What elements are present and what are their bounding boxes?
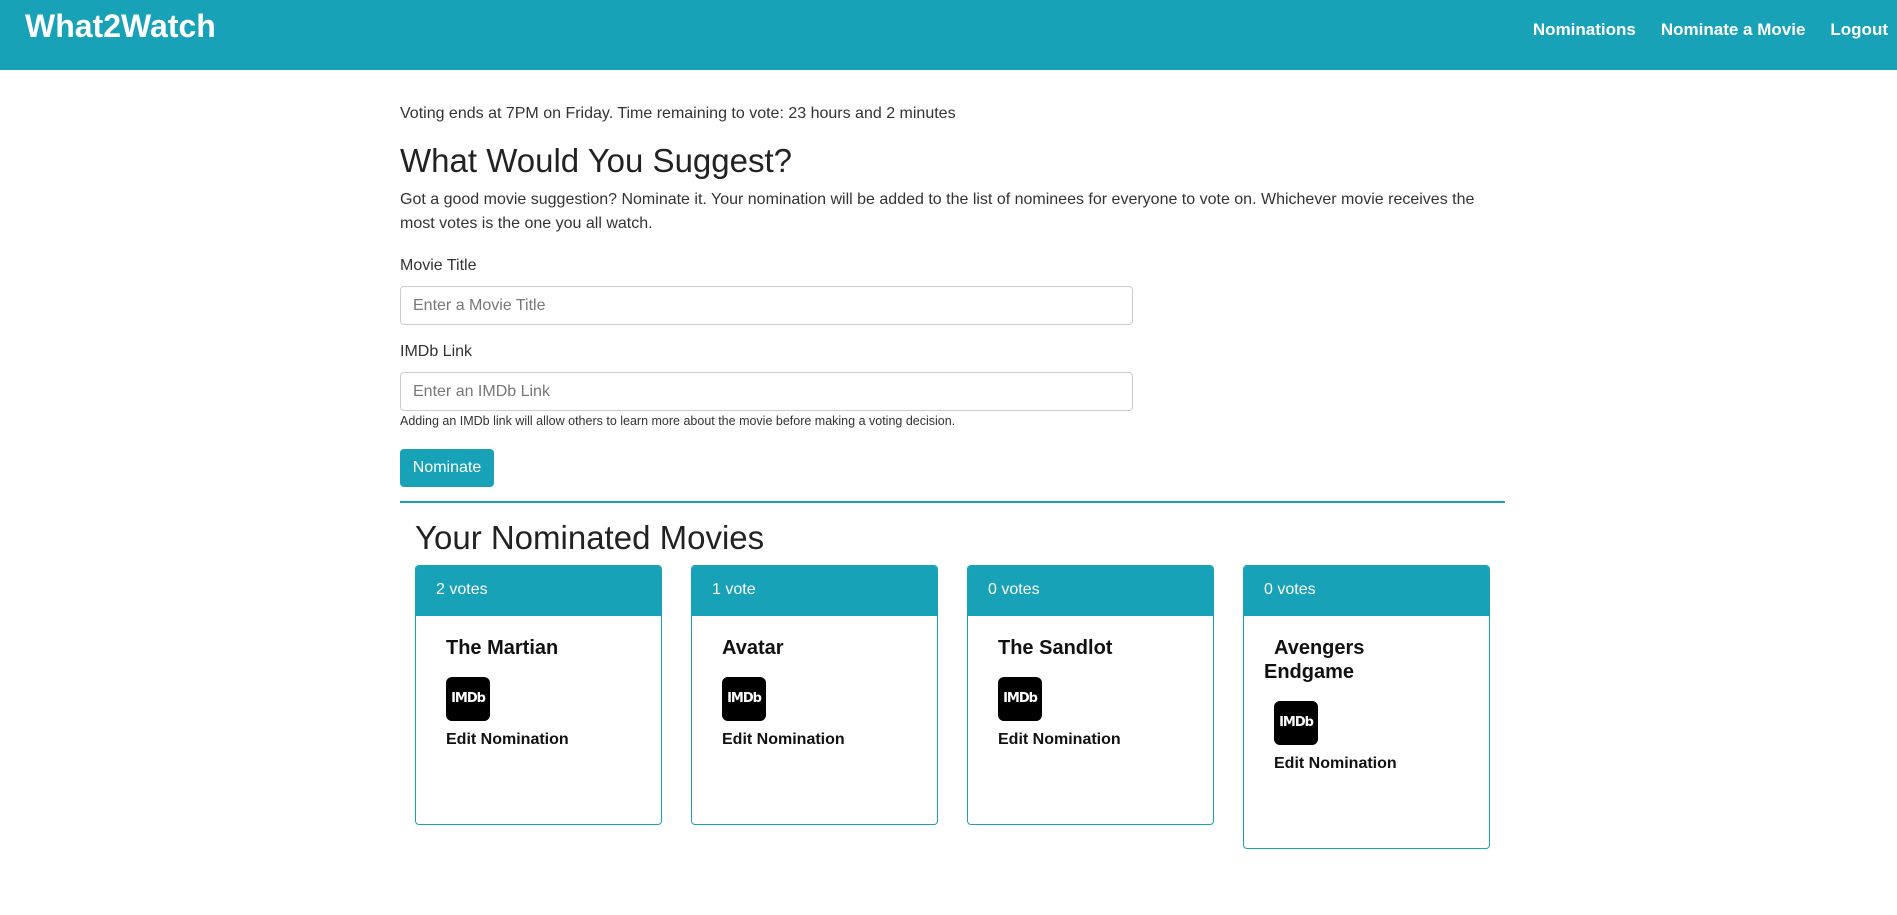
vote-count: 1 vote xyxy=(692,566,937,616)
nav-logout-link[interactable]: Logout xyxy=(1830,20,1888,40)
vote-count: 0 votes xyxy=(968,566,1213,616)
page-title: What Would You Suggest? xyxy=(400,142,793,179)
vote-count: 0 votes xyxy=(1244,566,1489,616)
movie-card: 0 votes The Sandlot IMDb Edit Nomination xyxy=(967,565,1214,825)
nav-nominate-movie-link[interactable]: Nominate a Movie xyxy=(1661,20,1806,40)
movie-title-label: Movie Title xyxy=(400,257,477,274)
nominated-movies-title: Your Nominated Movies xyxy=(415,519,765,556)
edit-nomination-link[interactable]: Edit Nomination xyxy=(446,731,637,749)
imdb-icon[interactable]: IMDb xyxy=(1274,701,1318,745)
nominate-button[interactable]: Nominate xyxy=(400,449,494,487)
imdb-help-text: Adding an IMDb link will allow others to… xyxy=(400,414,956,428)
imdb-link-label: IMDb Link xyxy=(400,343,473,360)
movie-title: Avengers Endgame xyxy=(1264,637,1365,683)
imdb-icon[interactable]: IMDb xyxy=(998,677,1042,721)
movie-title: The Martian xyxy=(446,637,559,659)
imdb-link-input[interactable] xyxy=(400,372,1133,411)
movie-title: Avatar xyxy=(722,637,784,659)
movie-card: 1 vote Avatar IMDb Edit Nomination xyxy=(691,565,938,825)
brand-logo[interactable]: What2Watch xyxy=(25,8,216,45)
nav-links: Nominations Nominate a Movie Logout xyxy=(1533,20,1897,40)
voting-deadline-text: Voting ends at 7PM on Friday. Time remai… xyxy=(400,105,956,122)
edit-nomination-link[interactable]: Edit Nomination xyxy=(722,731,913,749)
edit-nomination-link[interactable]: Edit Nomination xyxy=(998,731,1189,749)
edit-nomination-link[interactable]: Edit Nomination xyxy=(1274,755,1429,773)
movie-card: 0 votes Avengers Endgame IMDb Edit Nomin… xyxy=(1243,565,1490,849)
imdb-icon[interactable]: IMDb xyxy=(446,677,490,721)
page-description: Got a good movie suggestion? Nominate it… xyxy=(400,191,1475,232)
movie-card: 2 votes The Martian IMDb Edit Nomination xyxy=(415,565,662,825)
vote-count: 2 votes xyxy=(416,566,661,616)
nav-nominations-link[interactable]: Nominations xyxy=(1533,20,1636,40)
top-navbar: What2Watch Nominations Nominate a Movie … xyxy=(0,0,1897,70)
section-divider xyxy=(400,501,1505,503)
movie-title-input[interactable] xyxy=(400,286,1133,325)
imdb-icon[interactable]: IMDb xyxy=(722,677,766,721)
movie-title: The Sandlot xyxy=(998,637,1113,659)
